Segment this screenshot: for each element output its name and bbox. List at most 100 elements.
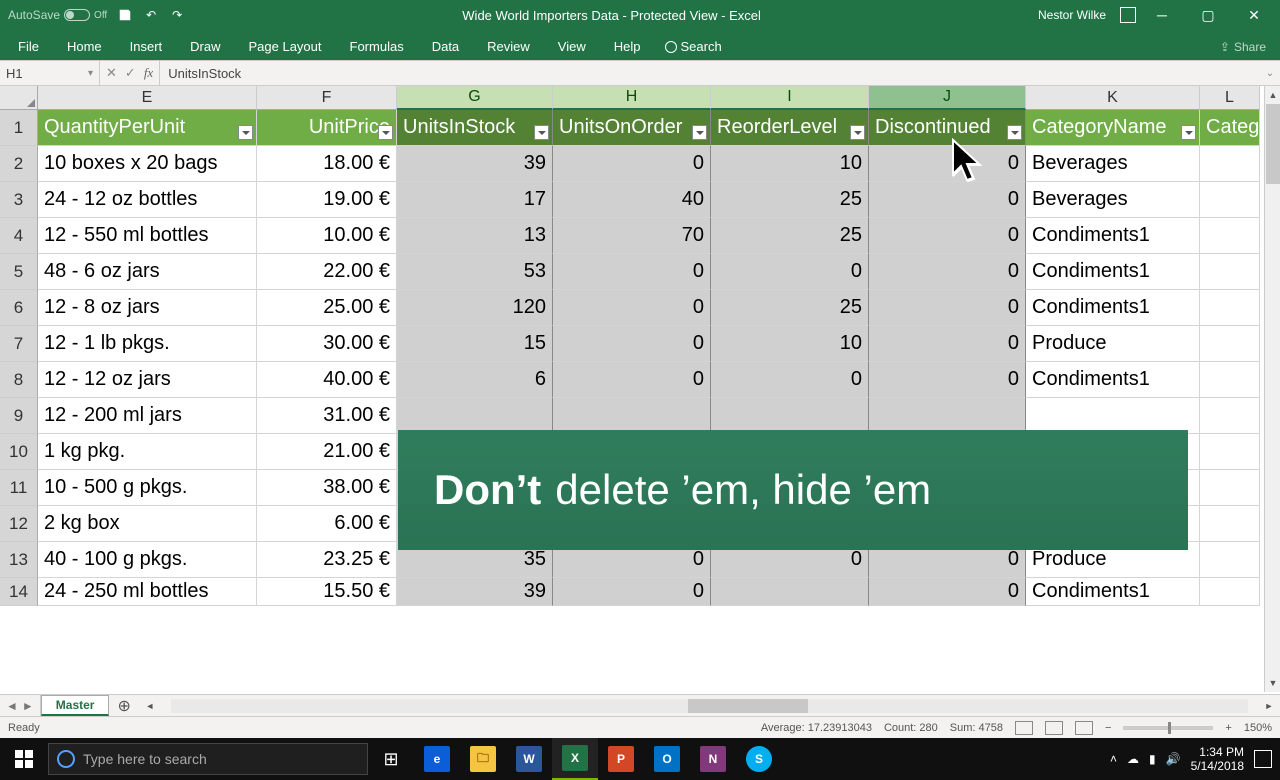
cell[interactable]: 15 xyxy=(397,326,553,362)
worksheet-grid[interactable]: E F G H I J K L 1 QuantityPerUnit UnitPr… xyxy=(0,86,1280,694)
cell[interactable]: 0 xyxy=(869,578,1026,606)
scroll-thumb[interactable] xyxy=(688,699,808,713)
cell[interactable]: 19.00 € xyxy=(257,182,397,218)
cell[interactable]: 12 - 550 ml bottles xyxy=(38,218,257,254)
cell[interactable]: 1 kg pkg. xyxy=(38,434,257,470)
cell[interactable] xyxy=(553,398,711,434)
col-header-H[interactable]: H xyxy=(553,86,711,110)
cell[interactable] xyxy=(1200,398,1260,434)
vertical-scrollbar[interactable]: ▲ ▼ xyxy=(1264,86,1280,692)
cancel-formula-icon[interactable]: ✕ xyxy=(106,65,117,81)
cell[interactable]: 0 xyxy=(869,290,1026,326)
cell[interactable]: 0 xyxy=(711,362,869,398)
minimize-button[interactable]: ─ xyxy=(1142,1,1182,29)
volume-icon[interactable]: 🔊 xyxy=(1166,752,1181,766)
zoom-level[interactable]: 150% xyxy=(1244,722,1272,734)
hdr-unitsonorder[interactable]: UnitsOnOrder xyxy=(553,110,711,146)
ribbon-options-icon[interactable] xyxy=(1120,7,1136,23)
cell[interactable]: 53 xyxy=(397,254,553,290)
tab-page-layout[interactable]: Page Layout xyxy=(235,33,336,60)
cell[interactable]: 2 kg box xyxy=(38,506,257,542)
cell[interactable]: 0 xyxy=(553,290,711,326)
cell[interactable]: 10 - 500 g pkgs. xyxy=(38,470,257,506)
onedrive-icon[interactable]: ☁ xyxy=(1127,752,1139,766)
cell[interactable] xyxy=(1200,578,1260,606)
scrollbar-thumb[interactable] xyxy=(1266,104,1280,184)
cell[interactable]: 30.00 € xyxy=(257,326,397,362)
scroll-right-icon[interactable]: ► xyxy=(1262,699,1276,713)
col-header-K[interactable]: K xyxy=(1026,86,1200,110)
cell[interactable]: 25 xyxy=(711,290,869,326)
add-sheet-button[interactable]: ⊕ xyxy=(109,695,138,716)
cell[interactable]: Beverages xyxy=(1026,146,1200,182)
tell-me-search[interactable]: Search xyxy=(655,33,732,60)
filter-icon[interactable] xyxy=(1181,125,1196,140)
view-page-layout-icon[interactable] xyxy=(1045,721,1063,735)
col-header-I[interactable]: I xyxy=(711,86,869,110)
accept-formula-icon[interactable]: ✓ xyxy=(125,65,136,81)
scroll-down-icon[interactable]: ▼ xyxy=(1266,676,1280,690)
save-icon[interactable] xyxy=(117,7,133,23)
edge-icon[interactable]: e xyxy=(414,738,460,780)
cell[interactable] xyxy=(1026,398,1200,434)
row-header[interactable]: 10 xyxy=(0,434,38,470)
cell[interactable]: 6 xyxy=(397,362,553,398)
cell[interactable]: 25 xyxy=(711,182,869,218)
cell[interactable]: 12 - 200 ml jars xyxy=(38,398,257,434)
skype-icon[interactable]: S xyxy=(736,738,782,780)
filter-icon[interactable] xyxy=(378,125,393,140)
filter-icon[interactable] xyxy=(534,125,549,140)
filter-icon[interactable] xyxy=(850,125,865,140)
cell[interactable]: 39 xyxy=(397,578,553,606)
cell[interactable]: Condiments1 xyxy=(1026,290,1200,326)
taskbar-search[interactable]: Type here to search xyxy=(48,743,368,775)
tab-file[interactable]: File xyxy=(4,33,53,60)
view-page-break-icon[interactable] xyxy=(1075,721,1093,735)
cell[interactable] xyxy=(1200,290,1260,326)
cell[interactable]: 15.50 € xyxy=(257,578,397,606)
col-header-J[interactable]: J xyxy=(869,86,1026,110)
filter-icon[interactable] xyxy=(692,125,707,140)
row-header[interactable]: 3 xyxy=(0,182,38,218)
cell[interactable] xyxy=(1200,362,1260,398)
cell[interactable]: 39 xyxy=(397,146,553,182)
row-header[interactable]: 8 xyxy=(0,362,38,398)
cell[interactable]: 0 xyxy=(869,146,1026,182)
row-header[interactable]: 14 xyxy=(0,578,38,606)
tab-review[interactable]: Review xyxy=(473,33,544,60)
row-header[interactable]: 2 xyxy=(0,146,38,182)
sheet-tab-master[interactable]: Master xyxy=(41,695,110,716)
tab-insert[interactable]: Insert xyxy=(116,33,177,60)
row-header[interactable]: 4 xyxy=(0,218,38,254)
select-all-corner[interactable] xyxy=(0,86,38,110)
col-header-L[interactable]: L xyxy=(1200,86,1260,110)
cell[interactable]: 70 xyxy=(553,218,711,254)
cell[interactable]: 0 xyxy=(869,254,1026,290)
cell[interactable]: 0 xyxy=(869,362,1026,398)
cell[interactable]: 12 - 8 oz jars xyxy=(38,290,257,326)
cell[interactable]: 23.25 € xyxy=(257,542,397,578)
user-name[interactable]: Nestor Wilke xyxy=(1038,8,1106,22)
tab-home[interactable]: Home xyxy=(53,33,116,60)
cell[interactable]: 10 xyxy=(711,326,869,362)
hdr-quantityperunit[interactable]: QuantityPerUnit xyxy=(38,110,257,146)
expand-formula-icon[interactable]: ⌄ xyxy=(1260,68,1280,79)
notifications-icon[interactable] xyxy=(1254,750,1272,768)
formula-bar[interactable]: UnitsInStock xyxy=(160,66,1260,81)
outlook-icon[interactable]: O xyxy=(644,738,690,780)
tray-chevron-icon[interactable]: ˄ xyxy=(1110,752,1117,766)
maximize-button[interactable]: ▢ xyxy=(1188,1,1228,29)
filter-icon[interactable] xyxy=(238,125,253,140)
col-header-G[interactable]: G xyxy=(397,86,553,110)
cell[interactable]: 13 xyxy=(397,218,553,254)
row-header[interactable]: 5 xyxy=(0,254,38,290)
tab-data[interactable]: Data xyxy=(418,33,473,60)
word-icon[interactable]: W xyxy=(506,738,552,780)
tab-formulas[interactable]: Formulas xyxy=(336,33,418,60)
row-header-1[interactable]: 1 xyxy=(0,110,38,146)
cell[interactable]: 0 xyxy=(711,254,869,290)
cell[interactable]: 120 xyxy=(397,290,553,326)
cell[interactable]: 40 xyxy=(553,182,711,218)
hdr-discontinued[interactable]: Discontinued xyxy=(869,110,1026,146)
tab-view[interactable]: View xyxy=(544,33,600,60)
